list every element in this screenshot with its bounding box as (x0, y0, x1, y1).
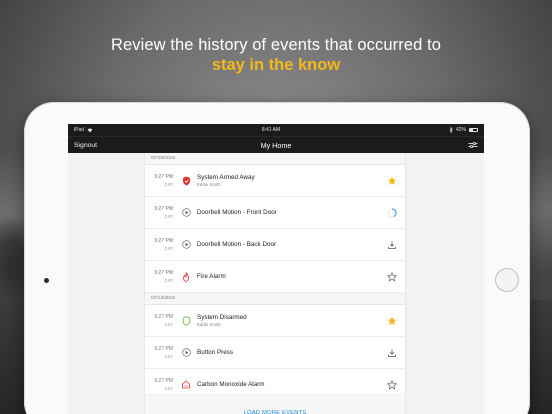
event-time: 9:27 PM (154, 377, 173, 384)
event-title: Fire Alarm (197, 272, 226, 280)
event-timezone: CST (164, 321, 173, 327)
event-timezone: CST (164, 245, 173, 251)
marketing-headline: Review the history of events that occurr… (110, 36, 442, 54)
nav-bar: Signout My Home (68, 136, 484, 153)
download-icon[interactable] (387, 348, 397, 358)
event-user: Eddie Smith (197, 321, 221, 327)
event-row[interactable]: 9:27 PM CST Button Press (145, 337, 405, 369)
play-icon (181, 348, 191, 357)
status-time: 8:41 AM (261, 127, 281, 133)
event-row[interactable]: 9:27 PM CST Doorbell Motion - Back Door (145, 229, 405, 261)
status-device: iPad (74, 127, 85, 133)
event-title: Doorbell Motion - Front Door (197, 208, 277, 216)
camera-dot (44, 278, 49, 283)
fire-icon (183, 271, 189, 282)
co-alarm-icon (182, 380, 190, 389)
star-outline-icon[interactable] (387, 271, 397, 282)
event-time: 9:27 PM (154, 345, 173, 352)
app-screen: iPad 8:41 AM 42% Signout My Home 07/15/2… (68, 124, 484, 414)
event-timezone: CST (164, 385, 173, 391)
event-title: Carbon Monoxide Alarm (197, 380, 265, 388)
event-row[interactable]: 9:27 PM CST System Disarmed Eddie Smith (145, 305, 405, 337)
event-time: 9:27 PM (154, 237, 173, 244)
event-title: System Armed Away (197, 173, 255, 181)
tablet-device: iPad 8:41 AM 42% Signout My Home 07/15/2… (24, 102, 530, 414)
loading-spinner-icon (387, 207, 397, 217)
play-icon (181, 208, 191, 217)
settings-sliders-icon[interactable] (468, 141, 478, 149)
load-more-events-button[interactable]: LOAD MORE EVENTS (145, 393, 405, 414)
event-timezone: CST (164, 353, 173, 359)
home-button (495, 268, 519, 292)
event-row[interactable]: 9:27 PM CST Doorbell Motion - Front Door (145, 197, 405, 229)
event-row[interactable]: 9:27 PM CST Fire Alarm (145, 261, 405, 293)
event-title: System Disarmed (197, 313, 247, 321)
star-outline-icon[interactable] (387, 379, 397, 390)
status-bar: iPad 8:41 AM 42% (68, 124, 484, 136)
bluetooth-icon (449, 127, 453, 133)
star-filled-icon[interactable] (387, 316, 397, 326)
event-time: 9:27 PM (154, 269, 173, 276)
star-filled-icon[interactable] (387, 176, 397, 186)
event-time: 9:27 PM (154, 173, 173, 180)
event-history-list: 07/15/2016 9:27 PM CST System Armed Away… (144, 153, 406, 414)
event-time: 9:27 PM (154, 205, 173, 212)
marketing-headline-accent: stay in the know (211, 56, 341, 74)
event-title: Button Press (197, 348, 234, 356)
event-time: 9:27 PM (154, 313, 173, 320)
page-title: My Home (260, 140, 292, 150)
event-title: Doorbell Motion - Back Door (197, 240, 277, 248)
event-timezone: CST (164, 277, 173, 283)
event-user: Eddie Smith (197, 181, 221, 187)
date-header: 07/15/2016 (145, 153, 405, 165)
shield-disarmed-icon (182, 315, 190, 326)
event-timezone: CST (164, 181, 173, 187)
download-icon[interactable] (387, 240, 397, 250)
event-row[interactable]: 9:27 PM CST System Armed Away Eddie Smit… (145, 165, 405, 197)
play-icon (181, 240, 191, 249)
shield-armed-icon (182, 176, 190, 185)
status-battery-percent: 42% (455, 127, 466, 133)
battery-icon (468, 128, 478, 132)
event-timezone: CST (164, 213, 173, 219)
signout-button[interactable]: Signout (74, 142, 97, 149)
date-header: 07/14/2016 (145, 293, 405, 305)
wifi-icon (87, 128, 93, 132)
